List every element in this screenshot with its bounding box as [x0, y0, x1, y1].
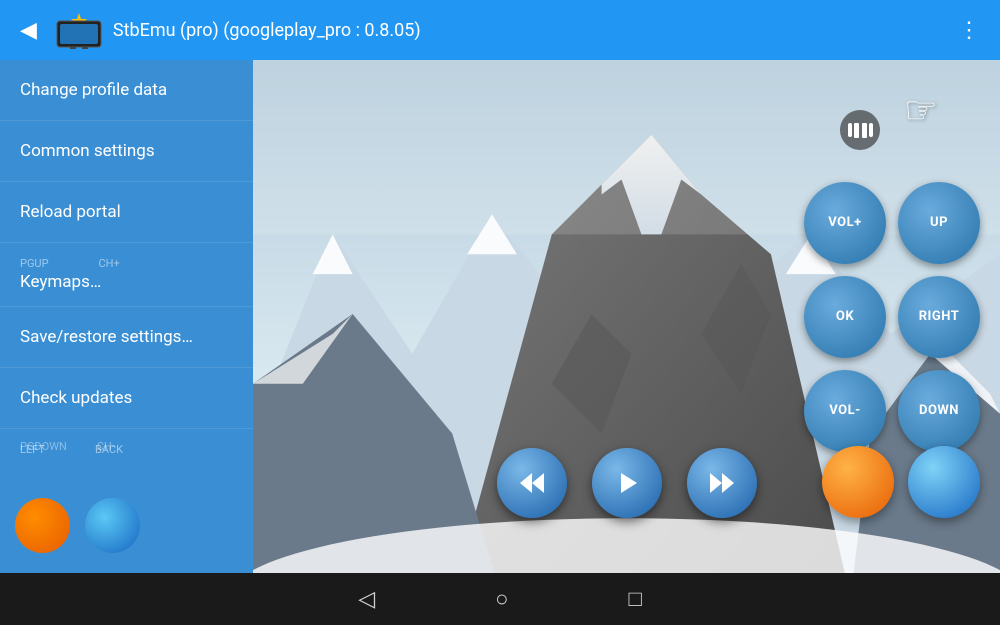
video-area: ☞ VOL+ UP OK RIGHT VOL- DOWN	[253, 60, 1000, 573]
sidebar-item-change-profile[interactable]: Change profile data	[0, 60, 253, 121]
menu-button[interactable]: ⋮	[950, 10, 988, 51]
up-button[interactable]: UP	[898, 182, 980, 264]
rewind-button[interactable]	[497, 448, 567, 518]
vol-plus-button[interactable]: VOL+	[804, 182, 886, 264]
nav-back-button[interactable]: ◁	[358, 587, 375, 612]
pause-icon-bars	[854, 123, 867, 138]
app-title: StbEmu (pro) (googleplay_pro : 0.8.05)	[113, 20, 950, 41]
sidebar-pgdown-keys: PGDOWN CH-	[0, 440, 253, 453]
sidebar-item-keymaps[interactable]: PGUP CH+ Keymaps…	[0, 243, 253, 307]
down-button[interactable]: DOWN	[898, 370, 980, 452]
controls-panel: VOL+ UP OK RIGHT VOL- DOWN	[804, 182, 980, 452]
pgup-label: PGUP	[20, 257, 49, 270]
main-content: Change profile data Common settings Relo…	[0, 60, 1000, 573]
keymaps-label[interactable]: Keymaps…	[20, 272, 233, 292]
fast-forward-button[interactable]	[687, 448, 757, 518]
back-button[interactable]: ◀	[12, 10, 45, 51]
sidebar-item-common-settings[interactable]: Common settings	[0, 121, 253, 182]
sidebar-item-reload-portal[interactable]: Reload portal	[0, 182, 253, 243]
bottom-nav-bar: ◁ ○ □	[0, 573, 1000, 625]
bottom-action-circles	[822, 446, 980, 518]
pause-bar-left	[854, 123, 859, 138]
ok-button[interactable]: OK	[804, 276, 886, 358]
sidebar-orange-button[interactable]	[15, 498, 70, 553]
pause-bar-right	[862, 123, 867, 138]
pgdown-label: PGDOWN	[20, 440, 67, 453]
nav-recents-button[interactable]: □	[628, 586, 641, 612]
orange-button[interactable]	[822, 446, 894, 518]
vol-minus-button[interactable]: VOL-	[804, 370, 886, 452]
top-bar: ◀ StbEmu (pro) (googleplay_pro : 0.8.05)…	[0, 0, 1000, 60]
sidebar: Change profile data Common settings Relo…	[0, 60, 253, 573]
sidebar-item-save-restore[interactable]: Save/restore settings…	[0, 307, 253, 368]
sidebar-blue-button[interactable]	[85, 498, 140, 553]
nav-home-button[interactable]: ○	[495, 586, 508, 612]
tv-icon	[55, 11, 103, 49]
ch-minus-label: CH-	[97, 440, 115, 453]
sidebar-bottom-circles	[15, 498, 140, 553]
pause-button[interactable]	[840, 110, 880, 150]
sidebar-item-check-updates[interactable]: Check updates	[0, 368, 253, 429]
right-button[interactable]: RIGHT	[898, 276, 980, 358]
ch-plus-label: CH+	[99, 257, 120, 270]
blue-button[interactable]	[908, 446, 980, 518]
play-button[interactable]	[592, 448, 662, 518]
